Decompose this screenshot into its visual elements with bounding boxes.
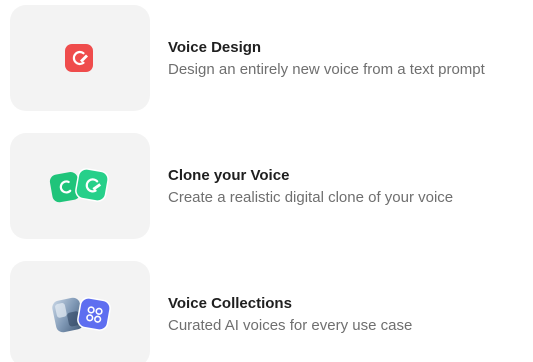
voice-design-title: Voice Design [168,39,262,56]
voice-design-tile [10,5,150,111]
voice-options-list: Voice Design Design an entirely new voic… [0,0,533,362]
voice-collections-texts: Voice Collections Curated AI voices for … [168,294,533,336]
voice-collections-tile [10,261,150,362]
voice-design-texts: Voice Design Design an entirely new voic… [168,38,533,80]
voice-clone-icon [49,168,109,203]
voice-collections-option[interactable]: Voice Collections Curated AI voices for … [0,261,533,362]
voice-design-icon [65,44,93,72]
voice-design-option[interactable]: Voice Design Design an entirely new voic… [0,5,533,111]
clone-voice-option[interactable]: Clone your Voice Create a realistic digi… [0,133,533,239]
voice-collections-title: Voice Collections [168,295,292,312]
voice-collections-icon [52,297,111,333]
voice-design-description: Design an entirely new voice from a text… [168,61,485,78]
voice-collections-description: Curated AI voices for every use case [168,317,413,334]
clone-voice-texts: Clone your Voice Create a realistic digi… [168,166,533,208]
clone-voice-tile [10,133,150,239]
clone-voice-description: Create a realistic digital clone of your… [168,189,454,206]
clone-voice-title: Clone your Voice [168,167,290,184]
